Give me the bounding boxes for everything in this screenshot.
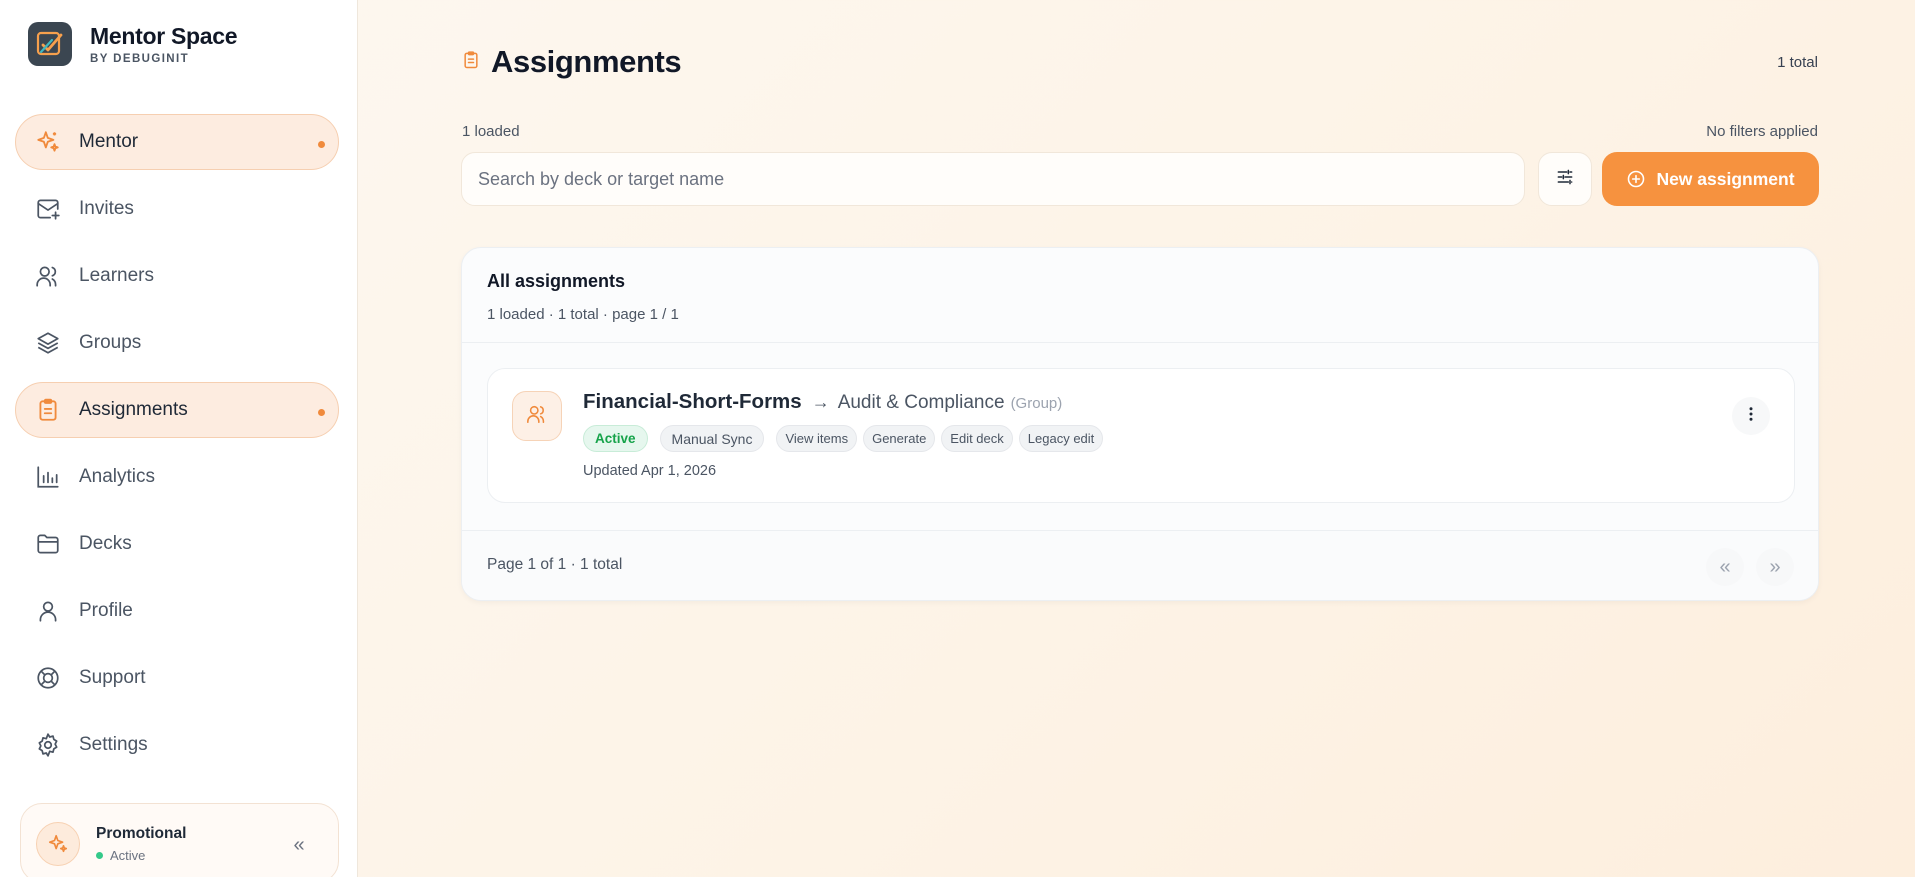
brand-title: Mentor Space: [90, 23, 238, 49]
more-actions-button[interactable]: [1732, 397, 1770, 435]
sidebar-item-support[interactable]: Support: [15, 650, 339, 706]
updated-timestamp: Updated Apr 1, 2026: [583, 463, 717, 479]
sidebar-item-label: Profile: [79, 600, 133, 621]
sidebar-item-mentor[interactable]: Mentor: [15, 114, 339, 170]
search-input[interactable]: [462, 153, 1524, 205]
status-dot: [96, 852, 103, 859]
sidebar-item-label: Learners: [79, 265, 154, 286]
list-item[interactable]: Financial-Short-Forms → Audit & Complian…: [487, 368, 1795, 503]
next-page-button[interactable]: »: [1756, 548, 1794, 586]
target-type: (Group): [1010, 395, 1063, 412]
brand[interactable]: Mentor Space BY DEBUGINIT: [28, 22, 238, 66]
chevrons-right-icon: »: [1769, 555, 1781, 578]
group-avatar: [512, 391, 562, 441]
gear-icon: [35, 732, 61, 758]
filter-button[interactable]: [1538, 152, 1592, 206]
deck-name[interactable]: Financial-Short-Forms: [583, 390, 802, 414]
clipboard-icon: [461, 49, 481, 76]
target-name[interactable]: Audit & Compliance: [838, 392, 1005, 414]
sidebar-item-settings[interactable]: Settings: [15, 717, 339, 773]
plan-status-label: Active: [110, 848, 146, 863]
sidebar-item-label: Mentor: [79, 131, 139, 152]
sidebar-item-label: Decks: [79, 533, 132, 554]
page-title: Assignments: [491, 44, 682, 79]
mail-plus-icon: [35, 196, 61, 222]
brand-subtitle: BY DEBUGINIT: [90, 53, 190, 65]
user-icon: [35, 598, 61, 624]
panel-title: All assignments: [487, 271, 626, 291]
assignment-title: Financial-Short-Forms → Audit & Complian…: [583, 390, 1062, 414]
panel-header: All assignments 1 loaded · 1 total · pag…: [462, 248, 1818, 343]
sidebar-item-label: Analytics: [79, 466, 156, 487]
view-items-button[interactable]: View items: [776, 425, 858, 452]
page-info: Page 1 of 1 · 1 total: [487, 556, 623, 573]
sidebar-item-label: Invites: [79, 198, 134, 219]
status-badge: Active: [583, 425, 648, 452]
layers-icon: [35, 330, 61, 356]
page-header: Assignments: [461, 44, 682, 80]
assignment-chips: Active Manual Sync View items Generate E…: [583, 425, 1109, 452]
sidebar-item-label: Groups: [79, 332, 142, 353]
sidebar-item-learners[interactable]: Learners: [15, 248, 339, 304]
collapse-sidebar-button[interactable]: «: [286, 832, 312, 858]
bar-chart-icon: [35, 464, 61, 490]
sidebar: Mentor Space BY DEBUGINIT Mentor Invites…: [0, 0, 358, 877]
main-content: Assignments 1 total 1 loaded No filters …: [358, 0, 1915, 877]
search-box: [461, 152, 1525, 206]
folder-icon: [35, 531, 61, 557]
plan-card: Promotional Active «: [20, 803, 339, 877]
panel-subtitle: 1 loaded · 1 total · page 1 / 1: [487, 306, 679, 323]
new-assignment-button[interactable]: New assignment: [1602, 152, 1819, 206]
sidebar-item-profile[interactable]: Profile: [15, 583, 339, 639]
users-icon: [526, 403, 548, 430]
chevrons-left-icon: «: [293, 833, 305, 856]
sidebar-item-label: Support: [79, 667, 146, 688]
plan-name: Promotional: [96, 825, 187, 842]
active-indicator-dot: [318, 141, 325, 148]
brand-logo: [28, 22, 72, 66]
sidebar-item-label: Assignments: [79, 399, 188, 420]
sidebar-item-groups[interactable]: Groups: [15, 315, 339, 371]
sidebar-item-assignments[interactable]: Assignments: [15, 382, 339, 438]
sidebar-item-label: Settings: [79, 734, 148, 755]
plus-circle-icon: [1626, 169, 1646, 189]
new-assignment-label: New assignment: [1656, 168, 1795, 189]
sidebar-item-invites[interactable]: Invites: [15, 181, 339, 237]
sparkles-icon: [36, 822, 80, 866]
edit-deck-button[interactable]: Edit deck: [941, 425, 1013, 452]
pagination-bar: Page 1 of 1 · 1 total « »: [462, 530, 1818, 600]
sparkles-icon: [35, 129, 61, 155]
assignments-panel: All assignments 1 loaded · 1 total · pag…: [461, 247, 1819, 601]
life-buoy-icon: [35, 665, 61, 691]
arrow-right-icon: →: [811, 392, 830, 412]
more-vertical-icon: [1742, 405, 1760, 428]
generate-button[interactable]: Generate: [863, 425, 936, 452]
plan-status: Active: [96, 848, 186, 863]
sliders-icon: [1555, 167, 1575, 192]
loaded-count: 1 loaded: [462, 123, 520, 140]
sync-badge: Manual Sync: [659, 425, 765, 452]
legacy-edit-button[interactable]: Legacy edit: [1018, 425, 1104, 452]
active-indicator-dot: [318, 409, 325, 416]
users-icon: [35, 263, 61, 289]
sidebar-nav: Mentor Invites Learners Groups Assignmen…: [15, 114, 339, 784]
chevrons-left-icon: «: [1719, 555, 1731, 578]
previous-page-button[interactable]: «: [1706, 548, 1744, 586]
total-count: 1 total: [1777, 54, 1818, 71]
sidebar-item-analytics[interactable]: Analytics: [15, 449, 339, 505]
clipboard-icon: [35, 397, 61, 423]
sidebar-item-decks[interactable]: Decks: [15, 516, 339, 572]
filters-status: No filters applied: [1706, 123, 1818, 140]
